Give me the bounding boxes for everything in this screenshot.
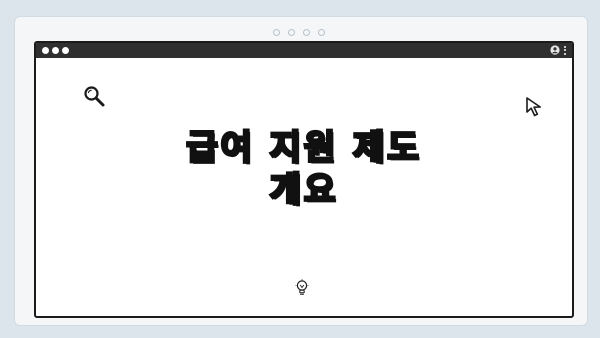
- browser-window: 급여 지원 제도 개요: [34, 41, 574, 318]
- title-line-1: 급여 지원 제도: [185, 127, 422, 170]
- cursor-icon: [526, 97, 541, 117]
- maximize-dot-icon[interactable]: [62, 47, 69, 54]
- pagination-dot: [273, 29, 280, 36]
- card-pagination-dots: [273, 29, 325, 36]
- search-icon: [84, 86, 105, 107]
- window-controls: [42, 47, 69, 54]
- lightbulb-icon: [295, 279, 309, 295]
- minimize-dot-icon[interactable]: [52, 47, 59, 54]
- titlebar-right-icons: [550, 45, 566, 55]
- close-dot-icon[interactable]: [42, 47, 49, 54]
- user-icon[interactable]: [550, 45, 560, 55]
- title-line-2: 개요: [268, 169, 339, 212]
- page-title: 급여 지원 제도 개요: [36, 127, 572, 212]
- kebab-menu-icon[interactable]: [564, 45, 566, 55]
- pagination-dot: [318, 29, 325, 36]
- pagination-dot: [288, 29, 295, 36]
- pagination-dot: [303, 29, 310, 36]
- window-titlebar: [36, 43, 572, 58]
